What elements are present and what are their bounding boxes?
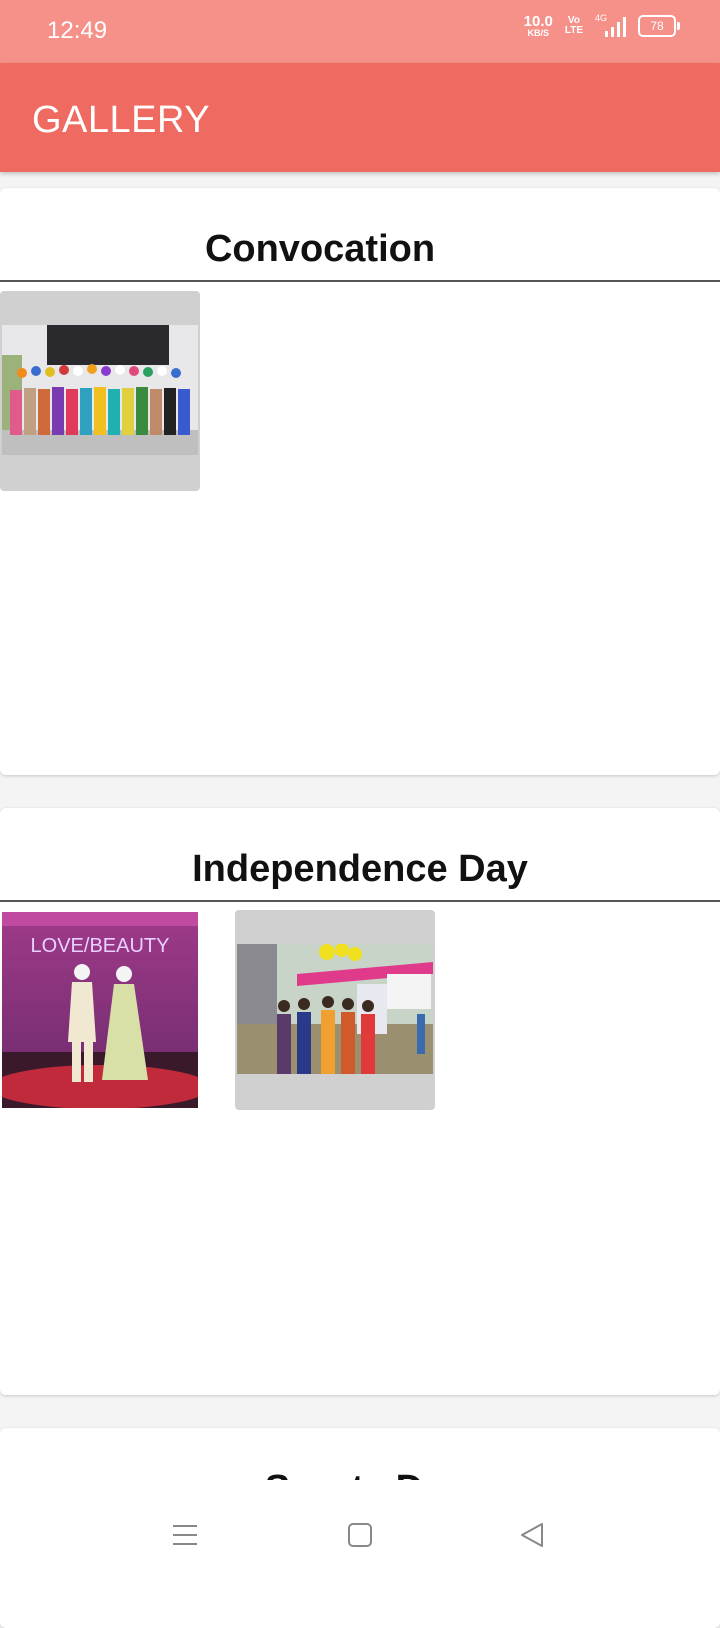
back-triangle-icon[interactable] — [502, 1510, 562, 1560]
gallery-thumbnail[interactable] — [0, 291, 200, 491]
status-icons: 10.0 KB/S Vo LTE 4G 78 — [524, 13, 680, 38]
outdoor-celebration-photo — [237, 944, 433, 1074]
network-type: 4G — [595, 13, 608, 23]
status-bar: 12:49 10.0 KB/S Vo LTE 4G 78 — [0, 0, 720, 63]
convocation-group-photo — [2, 325, 198, 455]
love-beauty-stage-performance: LOVE/BEAUTY — [2, 912, 198, 1108]
system-navigation-bar — [0, 1480, 720, 1600]
section-title: Independence Day — [192, 848, 528, 890]
signal-icon: 4G — [595, 13, 626, 37]
menu-icon[interactable] — [155, 1510, 215, 1560]
gallery-thumbnail[interactable] — [235, 910, 435, 1110]
gallery-section-independence-day: Independence Day LOVE/BEAUTY — [0, 808, 720, 1395]
network-speed-value: 10.0 — [523, 13, 553, 30]
page-title: GALLERY — [32, 99, 211, 141]
battery-icon: 78 — [638, 15, 680, 37]
love-beauty-text: LOVE/BEAUTY — [31, 935, 170, 957]
section-divider — [0, 280, 720, 282]
gallery-section-convocation: Convocation — [0, 188, 720, 775]
network-speed-unit: KB/S — [527, 28, 549, 38]
network-speed: 10.0 KB/S — [524, 14, 553, 38]
status-time: 12:49 — [47, 17, 108, 44]
home-square-icon[interactable] — [330, 1510, 390, 1560]
volte-icon: Vo LTE — [565, 16, 583, 36]
section-title: Convocation — [204, 228, 436, 270]
battery-level: 78 — [650, 19, 664, 33]
gallery-thumbnail[interactable]: LOVE/BEAUTY — [0, 910, 200, 1110]
section-divider — [0, 900, 720, 902]
app-bar: GALLERY — [0, 63, 720, 172]
volte-bottom: LTE — [564, 25, 583, 36]
